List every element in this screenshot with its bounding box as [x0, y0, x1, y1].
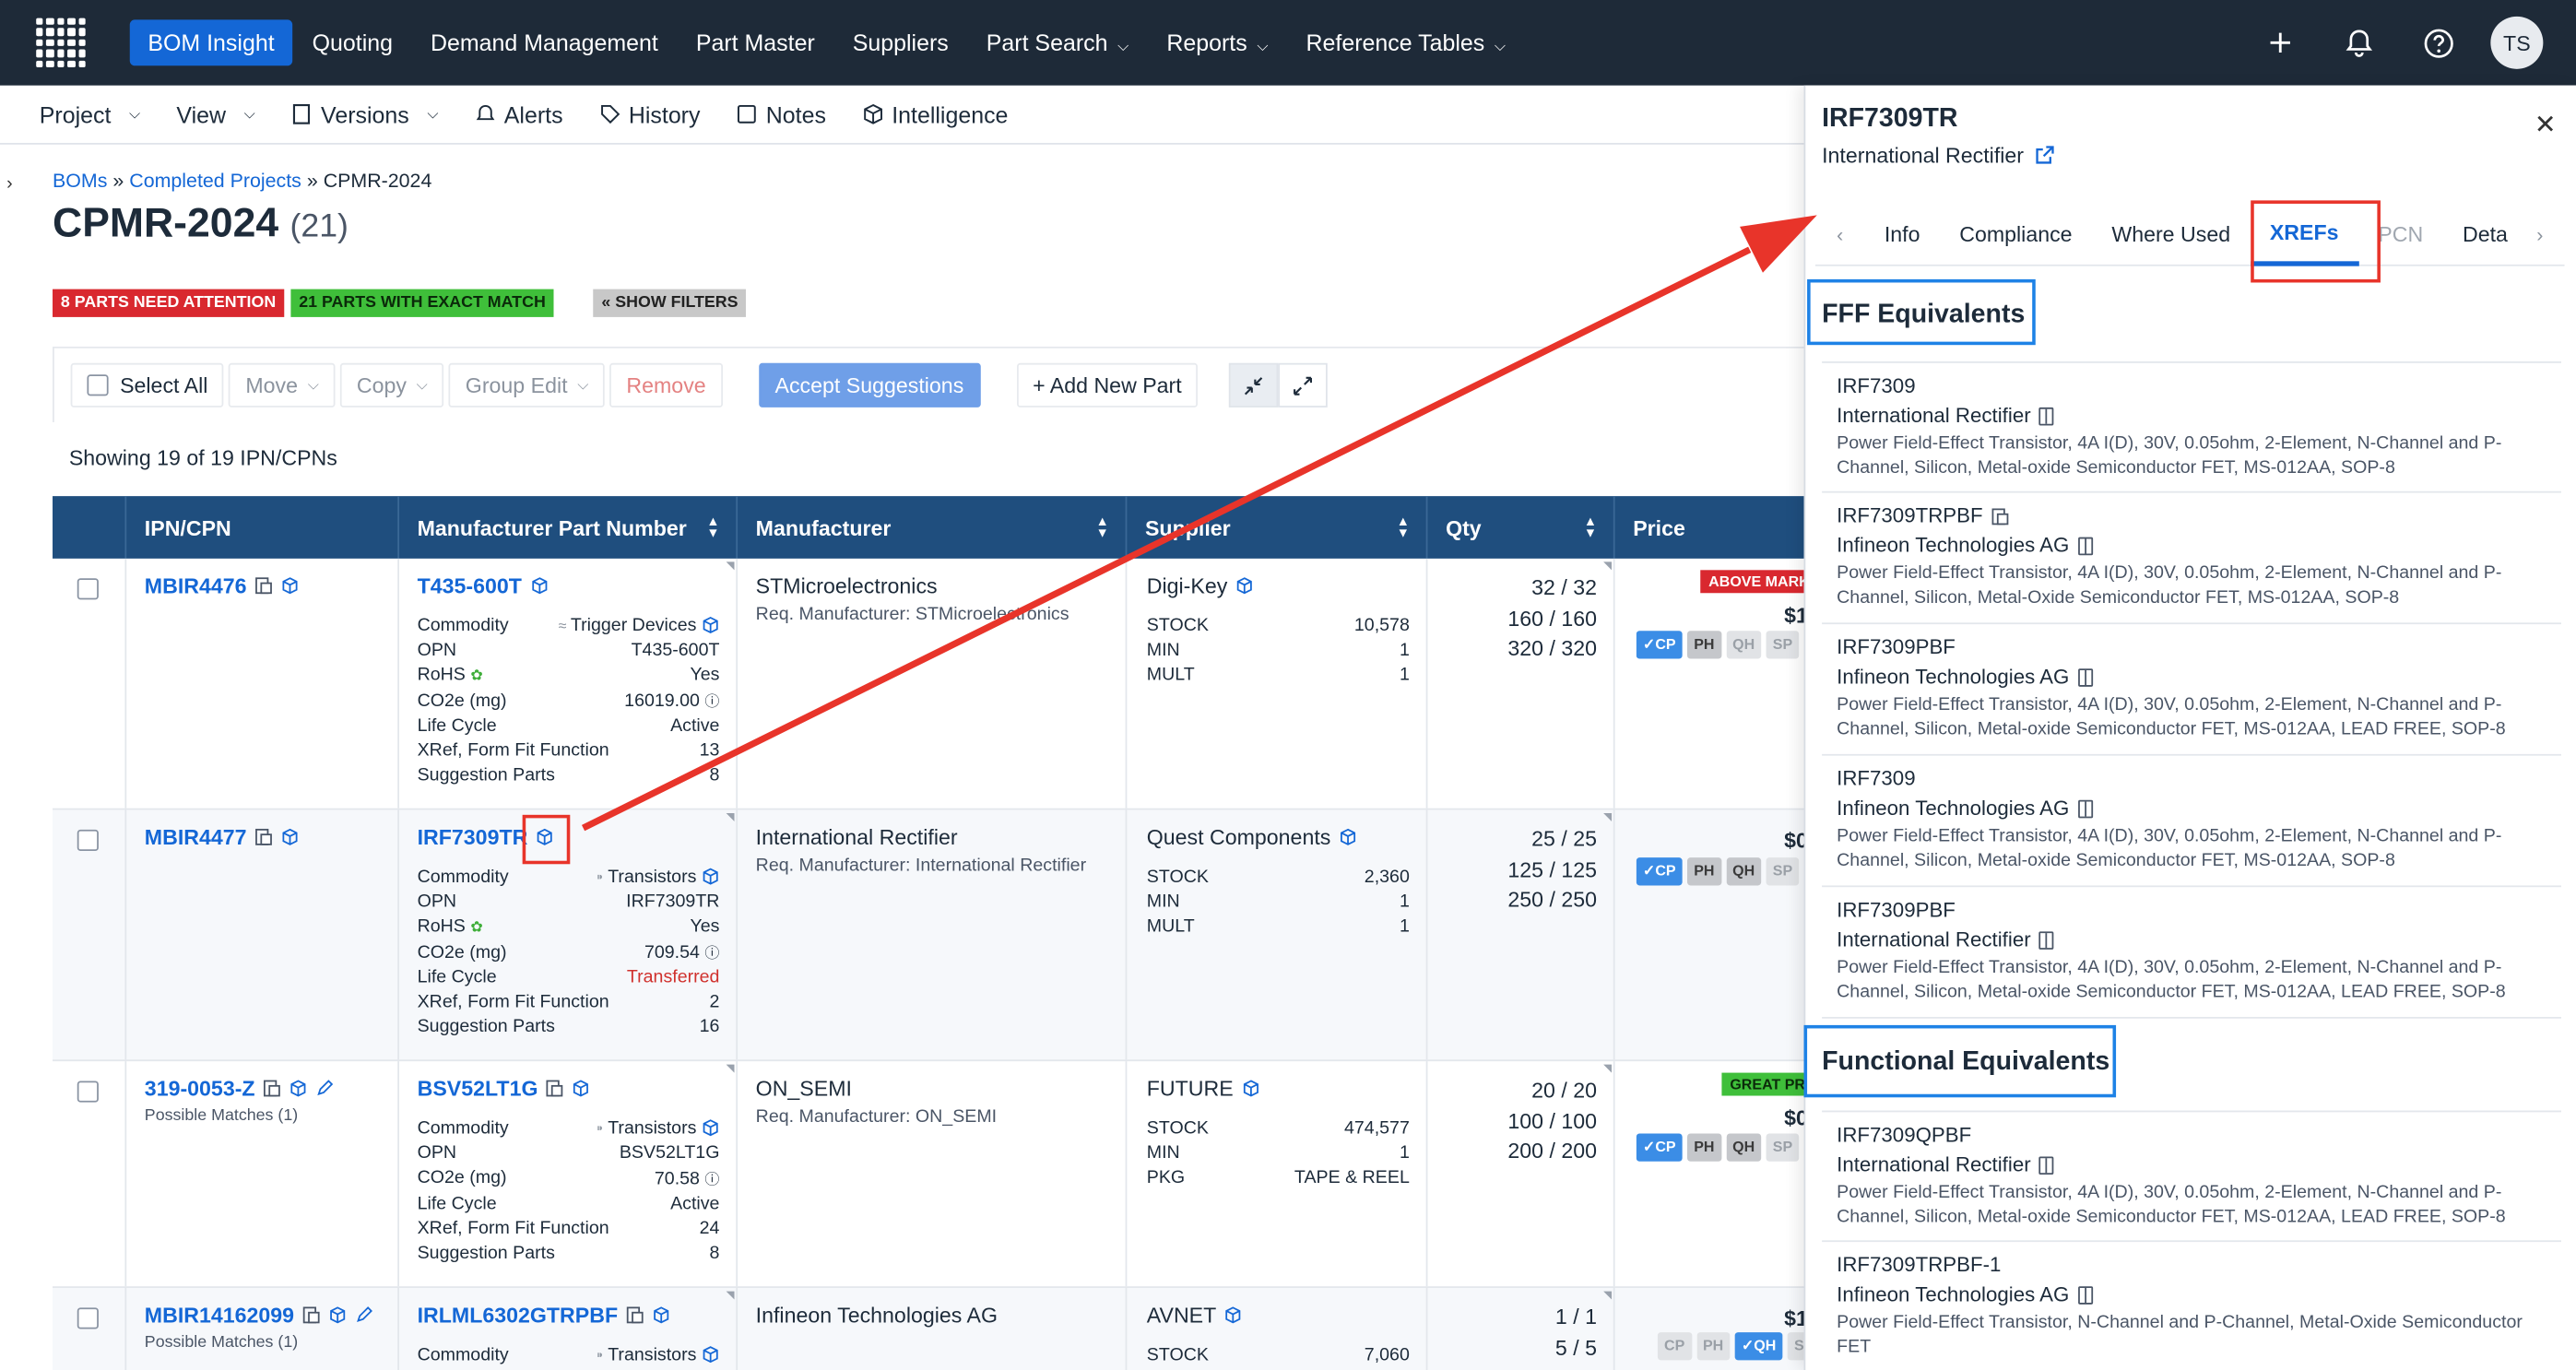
annotation-arrow — [581, 215, 1817, 832]
